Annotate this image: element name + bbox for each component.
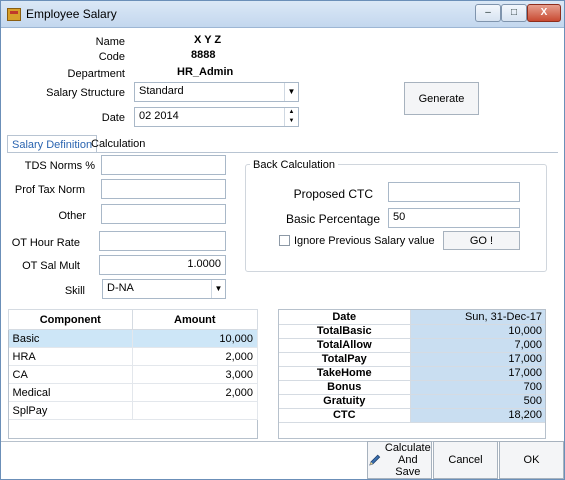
employee-salary-window: Employee Salary – □ X Name X Y Z Code 88…	[0, 0, 565, 480]
amount-cell[interactable]	[132, 401, 259, 420]
table-row[interactable]: Medical 2,000	[8, 383, 259, 402]
name-label: Name	[95, 36, 125, 48]
title-bar[interactable]: Employee Salary – □ X	[1, 1, 564, 28]
ot-hour-rate-label: OT Hour Rate	[11, 237, 80, 249]
date-label: Date	[101, 112, 125, 124]
amount-cell[interactable]: 2,000	[132, 383, 259, 402]
summary-row: Bonus 700	[279, 380, 545, 395]
maximize-button[interactable]: □	[501, 4, 527, 22]
spin-up-icon[interactable]: ▲	[284, 108, 298, 117]
salary-structure-combobox[interactable]: Standard ▼	[134, 82, 299, 102]
other-label: Other	[58, 210, 86, 222]
amount-cell[interactable]: 3,000	[132, 365, 259, 384]
prof-tax-norm-label: Prof Tax Norm	[14, 184, 85, 196]
component-cell[interactable]: HRA	[8, 347, 133, 366]
summary-key: Date	[279, 310, 411, 325]
back-calculation-title: Back Calculation	[250, 159, 338, 171]
summary-value: 18,200	[410, 408, 545, 423]
summary-key: TotalPay	[279, 352, 411, 367]
code-label: Code	[98, 51, 125, 63]
ignore-previous-salary-checkbox[interactable]	[279, 235, 290, 246]
prof-tax-norm-input[interactable]	[101, 179, 226, 199]
table-row[interactable]: SplPay	[8, 401, 259, 420]
summary-key: CTC	[279, 408, 411, 423]
table-row[interactable]: Basic 10,000	[8, 329, 259, 348]
summary-value: 500	[410, 394, 545, 409]
skill-value: D-NA	[107, 282, 134, 294]
summary-row: Date Sun, 31-Dec-17	[279, 310, 545, 325]
tab-calculation[interactable]: Calculation	[87, 135, 149, 153]
calculate-label: Calculate	[384, 442, 431, 454]
tds-norms-label: TDS Norms %	[24, 160, 95, 172]
go-button[interactable]: GO !	[443, 231, 520, 250]
minimize-button[interactable]: –	[475, 4, 501, 22]
summary-row: TakeHome 17,000	[279, 366, 545, 381]
amount-cell[interactable]: 2,000	[132, 347, 259, 366]
department-value: HR_Admin	[177, 66, 234, 78]
summary-key: TotalBasic	[279, 324, 411, 339]
ot-hour-rate-input[interactable]	[99, 231, 226, 251]
component-cell[interactable]: Medical	[8, 383, 133, 402]
summary-row: TotalAllow 7,000	[279, 338, 545, 353]
cancel-button[interactable]: Cancel	[433, 441, 498, 479]
ot-sal-mult-label: OT Sal Mult	[22, 260, 80, 272]
amount-header[interactable]: Amount	[131, 309, 259, 330]
ot-sal-mult-input[interactable]: 1.0000	[99, 255, 226, 275]
summary-value: 10,000	[410, 324, 545, 339]
ignore-previous-salary-label[interactable]: Ignore Previous Salary value	[294, 235, 435, 247]
proposed-ctc-input[interactable]	[388, 182, 520, 202]
summary-key: TotalAllow	[279, 338, 411, 353]
salary-structure-label: Salary Structure	[46, 87, 125, 99]
name-value: X Y Z	[194, 34, 222, 46]
department-label: Department	[67, 68, 125, 80]
table-row[interactable]: HRA 2,000	[8, 347, 259, 366]
component-cell[interactable]: Basic	[8, 329, 133, 348]
summary-value: 700	[410, 380, 545, 395]
other-input[interactable]	[101, 204, 226, 224]
basic-percentage-input[interactable]: 50	[388, 208, 520, 228]
window-title: Employee Salary	[26, 7, 117, 21]
generate-button[interactable]: Generate	[404, 82, 479, 115]
close-button[interactable]: X	[527, 4, 561, 22]
spin-down-icon[interactable]: ▼	[284, 117, 298, 126]
component-cell[interactable]: SplPay	[8, 401, 133, 420]
date-value: 02 2014	[139, 110, 179, 122]
component-cell[interactable]: CA	[8, 365, 133, 384]
tds-norms-input[interactable]	[101, 155, 226, 175]
summary-value: 17,000	[410, 366, 545, 381]
tab-salary-definition[interactable]: Salary Definition	[7, 135, 98, 153]
component-table: Component Amount Basic 10,000 HRA 2,000 …	[8, 309, 259, 420]
component-header[interactable]: Component	[8, 309, 133, 330]
date-spinner[interactable]: 02 2014 ▲ ▼	[134, 107, 299, 127]
summary-table: Date Sun, 31-Dec-17 TotalBasic 10,000 Tota…	[279, 310, 545, 423]
summary-key: Gratuity	[279, 394, 411, 409]
summary-value: 17,000	[410, 352, 545, 367]
code-value: 8888	[191, 49, 216, 61]
summary-row: TotalBasic 10,000	[279, 324, 545, 339]
salary-structure-value: Standard	[139, 85, 184, 97]
summary-row: TotalPay 17,000	[279, 352, 545, 367]
chevron-down-icon[interactable]: ▼	[284, 83, 298, 101]
chevron-down-icon[interactable]: ▼	[211, 280, 225, 298]
ok-button[interactable]: OK	[499, 441, 564, 479]
summary-value: 7,000	[410, 338, 545, 353]
and-save-label: And Save	[395, 454, 421, 478]
skill-combobox[interactable]: D-NA ▼	[102, 279, 226, 299]
basic-percentage-label: Basic Percentage	[285, 212, 380, 226]
proposed-ctc-label: Proposed CTC	[293, 187, 373, 201]
summary-key: Bonus	[279, 380, 411, 395]
pencil-icon	[369, 454, 381, 466]
summary-row: CTC 18,200	[279, 408, 545, 423]
summary-key: TakeHome	[279, 366, 411, 381]
skill-label: Skill	[64, 285, 85, 297]
summary-value: Sun, 31-Dec-17	[410, 310, 545, 325]
table-row[interactable]: CA 3,000	[8, 365, 259, 384]
amount-cell[interactable]: 10,000	[132, 329, 259, 348]
app-icon	[7, 8, 21, 21]
summary-row: Gratuity 500	[279, 394, 545, 409]
calculate-and-save-button[interactable]: Calculate And Save	[367, 441, 432, 479]
